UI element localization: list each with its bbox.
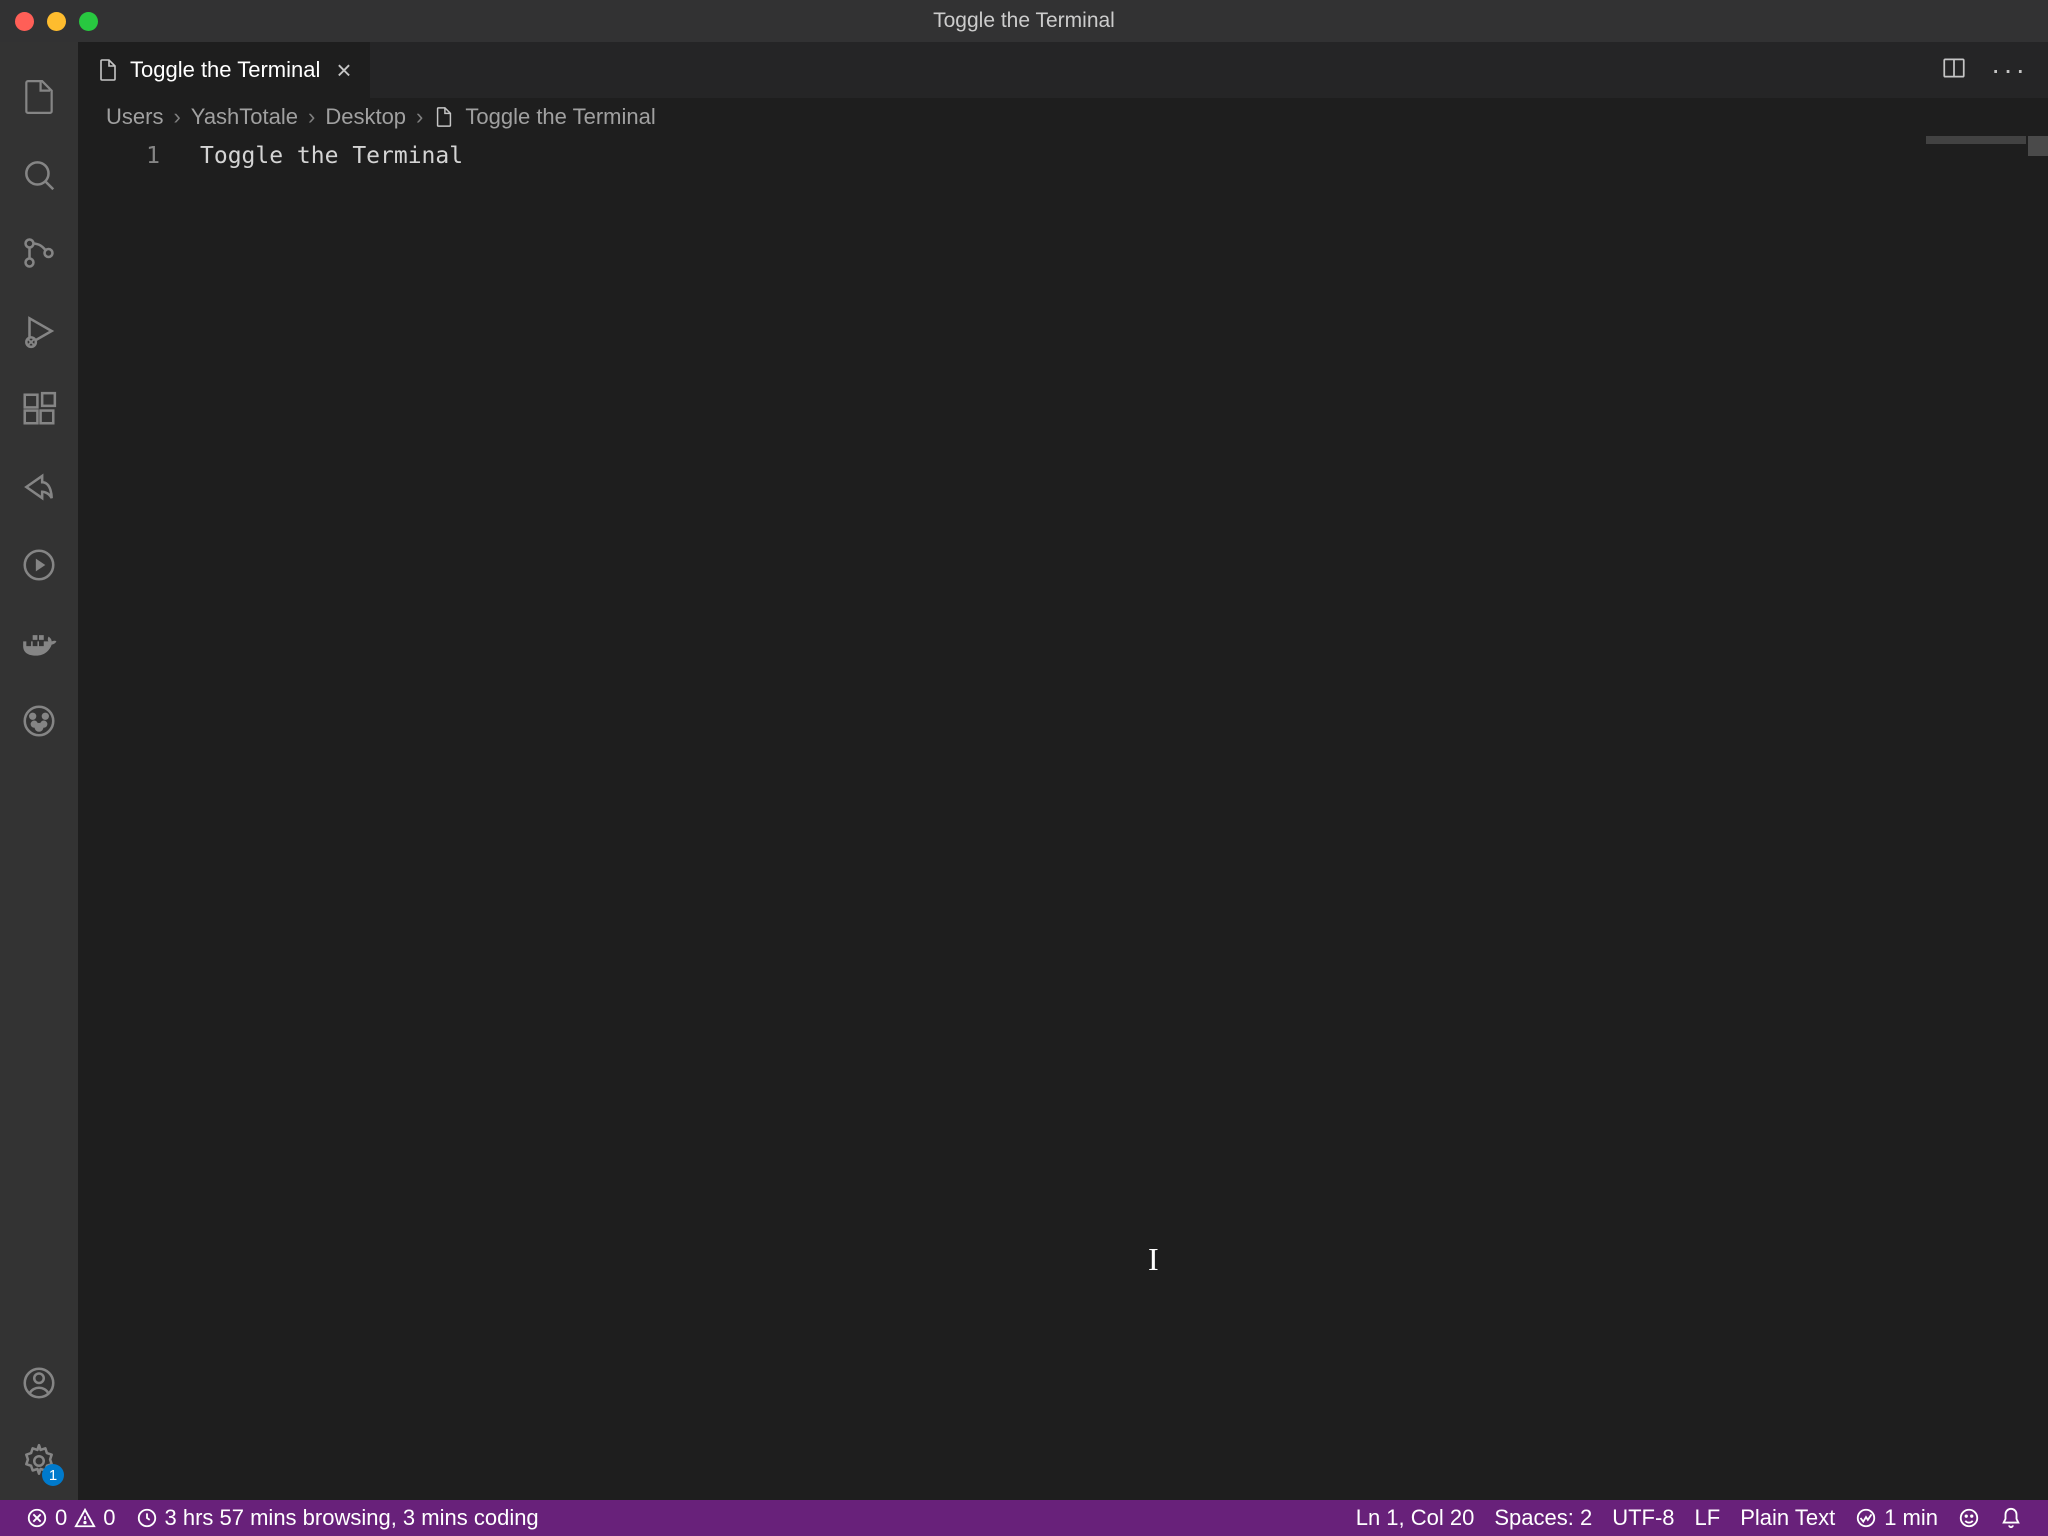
- paw-icon[interactable]: [0, 682, 78, 760]
- tab-actions: ···: [1941, 42, 2048, 98]
- maximize-window-button[interactable]: [79, 12, 98, 31]
- run-debug-icon[interactable]: [0, 292, 78, 370]
- encoding-status[interactable]: UTF-8: [1602, 1500, 1684, 1536]
- search-icon[interactable]: [0, 136, 78, 214]
- settings-icon[interactable]: 1: [0, 1422, 78, 1500]
- indentation-status[interactable]: Spaces: 2: [1484, 1500, 1602, 1536]
- wakatime-status[interactable]: 1 min: [1845, 1500, 1948, 1536]
- eol-status[interactable]: LF: [1685, 1500, 1731, 1536]
- file-icon: [433, 106, 455, 128]
- time-tracking-text: 3 hrs 57 mins browsing, 3 mins coding: [165, 1505, 539, 1531]
- minimap[interactable]: [1926, 136, 2026, 144]
- settings-badge: 1: [42, 1464, 64, 1486]
- extensions-icon[interactable]: [0, 370, 78, 448]
- chevron-right-icon: ›: [308, 104, 315, 130]
- remote-icon[interactable]: [0, 526, 78, 604]
- tab-toggle-terminal[interactable]: Toggle the Terminal ×: [78, 42, 370, 98]
- chevron-right-icon: ›: [173, 104, 180, 130]
- time-tracking-status[interactable]: 3 hrs 57 mins browsing, 3 mins coding: [126, 1500, 549, 1536]
- warning-count: 0: [103, 1505, 115, 1531]
- explorer-icon[interactable]: [0, 58, 78, 136]
- breadcrumb-part[interactable]: Toggle the Terminal: [465, 104, 655, 130]
- breadcrumb-part[interactable]: Desktop: [325, 104, 406, 130]
- close-window-button[interactable]: [15, 12, 34, 31]
- breadcrumb-part[interactable]: Users: [106, 104, 163, 130]
- line-number: 1: [78, 140, 160, 172]
- editor-area: Toggle the Terminal × ··· Users › YashTo…: [78, 42, 2048, 1500]
- language-mode-status[interactable]: Plain Text: [1730, 1500, 1845, 1536]
- live-share-icon[interactable]: [0, 448, 78, 526]
- editor-body[interactable]: 1 Toggle the Terminal I: [78, 136, 2048, 1500]
- line-gutter: 1: [78, 136, 200, 1500]
- more-actions-icon[interactable]: ···: [1991, 54, 2028, 86]
- window-title: Toggle the Terminal: [933, 9, 1115, 33]
- statusbar: 0 0 3 hrs 57 mins browsing, 3 mins codin…: [0, 1500, 2048, 1536]
- code-line: Toggle the Terminal: [200, 140, 2048, 172]
- error-count: 0: [55, 1505, 67, 1531]
- tabs-bar: Toggle the Terminal × ···: [78, 42, 2048, 98]
- scrollbar-corner[interactable]: [2028, 136, 2048, 156]
- window-controls: [0, 12, 98, 31]
- notifications-icon[interactable]: [1990, 1500, 2032, 1536]
- split-editor-icon[interactable]: [1941, 55, 1967, 86]
- breadcrumb[interactable]: Users › YashTotale › Desktop › Toggle th…: [78, 98, 2048, 136]
- accounts-icon[interactable]: [0, 1344, 78, 1422]
- tab-label: Toggle the Terminal: [130, 57, 320, 83]
- close-tab-icon[interactable]: ×: [336, 57, 351, 83]
- main-area: 1 Toggle the Terminal × ··· Users › Yash…: [0, 42, 2048, 1500]
- cursor-position-status[interactable]: Ln 1, Col 20: [1346, 1500, 1485, 1536]
- titlebar: Toggle the Terminal: [0, 0, 2048, 42]
- problems-status[interactable]: 0 0: [16, 1500, 126, 1536]
- docker-icon[interactable]: [0, 604, 78, 682]
- chevron-right-icon: ›: [416, 104, 423, 130]
- breadcrumb-part[interactable]: YashTotale: [191, 104, 298, 130]
- activity-bar: 1: [0, 42, 78, 1500]
- minimize-window-button[interactable]: [47, 12, 66, 31]
- source-control-icon[interactable]: [0, 214, 78, 292]
- code-content[interactable]: Toggle the Terminal: [200, 136, 2048, 1500]
- text-cursor-icon: I: [1148, 1241, 1159, 1278]
- feedback-icon[interactable]: [1948, 1500, 1990, 1536]
